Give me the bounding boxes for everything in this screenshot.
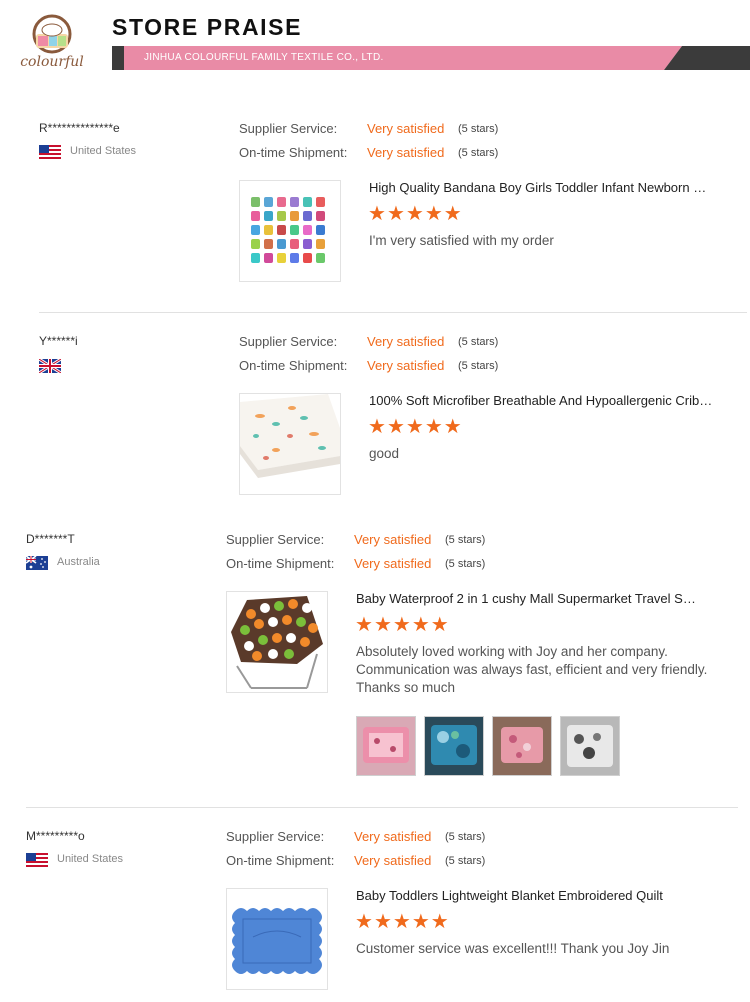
star-icon: ★ [443,416,462,438]
shipment-label: On-time Shipment: [226,556,335,571]
review-photo[interactable] [560,716,620,776]
star-icon: ★ [411,614,430,636]
review-divider [39,312,747,313]
country-name: United States [70,145,137,157]
store-logo[interactable]: colourful [12,12,92,76]
shipment-value: Very satisfied [354,556,432,571]
cart-cover-product-image-icon [227,592,327,692]
shipment-value: Very satisfied [354,853,432,868]
photo-thumbnail-icon [357,717,415,775]
page-title: STORE PRAISE [112,14,303,40]
crib-sheet-product-image-icon [240,394,340,494]
supplier-service-label: Supplier Service: [226,829,325,844]
logo-graphic-icon [32,14,72,54]
review-photo[interactable] [492,716,552,776]
supplier-service-value: Very satisfied [354,829,432,844]
bibs-product-image-icon [240,181,340,281]
product-image[interactable] [239,180,341,282]
logo-text: colourful [20,54,84,70]
supplier-service-stars: (5 stars) [445,831,486,843]
uk-flag-icon [39,359,61,373]
reviewer-name: D*******T [26,532,75,546]
supplier-service-label: Supplier Service: [239,121,338,136]
photo-thumbnail-icon [425,717,483,775]
star-icon: ★ [368,203,386,225]
star-icon: ★ [386,416,405,438]
product-title[interactable]: Baby Toddlers Lightweight Blanket Embroi… [356,888,701,903]
review-star-rating: ★★★★★ [355,614,450,636]
review-text: Absolutely loved working with Joy and he… [356,644,708,695]
star-icon: ★ [424,203,443,225]
review-star-rating: ★★★★★ [355,911,450,933]
supplier-service-label: Supplier Service: [239,334,338,349]
review-photo[interactable] [424,716,484,776]
supplier-service-value: Very satisfied [367,121,445,136]
reviewer-name: M*********o [26,829,85,843]
star-icon: ★ [373,614,392,636]
product-image[interactable] [239,393,341,495]
shipment-value: Very satisfied [367,145,445,160]
product-title[interactable]: Baby Waterproof 2 in 1 cushy Mall Superm… [356,591,701,606]
supplier-service-value: Very satisfied [367,334,445,349]
star-icon: ★ [411,911,430,933]
review-text: good [369,446,400,461]
supplier-service-value: Very satisfied [354,532,432,547]
star-icon: ★ [405,416,424,438]
shipment-stars: (5 stars) [445,558,486,570]
review-star-rating: ★★★★★ [368,203,463,225]
star-icon: ★ [405,203,424,225]
star-icon: ★ [355,614,373,636]
country-name: Australia [57,556,100,568]
review-star-rating: ★★★★★ [368,416,463,438]
shipment-stars: (5 stars) [458,360,499,372]
supplier-service-stars: (5 stars) [458,336,499,348]
star-icon: ★ [430,614,449,636]
supplier-service-stars: (5 stars) [458,123,499,135]
product-image[interactable] [226,888,328,990]
reviewer-name: Y******i [39,334,78,348]
star-icon: ★ [373,911,392,933]
star-icon: ★ [392,614,411,636]
us-flag-icon [39,145,61,159]
au-flag-icon [26,556,48,570]
star-icon: ★ [443,203,462,225]
photo-thumbnail-icon [493,717,551,775]
shipment-label: On-time Shipment: [226,853,335,868]
photo-thumbnail-icon [561,717,619,775]
star-icon: ★ [355,911,373,933]
product-title[interactable]: High Quality Bandana Boy Girls Toddler I… [369,180,714,195]
reviewer-name: R**************e [39,121,120,135]
review-divider [26,807,738,808]
star-icon: ★ [368,416,386,438]
star-icon: ★ [424,416,443,438]
store-header: colourful STORE PRAISE JINHUA COLOURFUL … [0,0,750,90]
us-flag-icon [26,853,48,867]
company-banner: JINHUA COLOURFUL FAMILY TEXTILE CO., LTD… [112,46,750,70]
product-title[interactable]: 100% Soft Microfiber Breathable And Hypo… [369,393,714,408]
star-icon: ★ [430,911,449,933]
star-icon: ★ [386,203,405,225]
shipment-label: On-time Shipment: [239,358,348,373]
shipment-label: On-time Shipment: [239,145,348,160]
shipment-stars: (5 stars) [458,147,499,159]
shipment-stars: (5 stars) [445,855,486,867]
star-icon: ★ [392,911,411,933]
product-image[interactable] [226,591,328,693]
review-photo[interactable] [356,716,416,776]
country-name: United States [57,853,124,865]
review-text: Customer service was excellent!!! Thank … [356,941,670,956]
supplier-service-stars: (5 stars) [445,534,486,546]
review-text: I'm very satisfied with my order [369,233,554,248]
blanket-product-image-icon [227,889,327,989]
supplier-service-label: Supplier Service: [226,532,325,547]
shipment-value: Very satisfied [367,358,445,373]
company-name: JINHUA COLOURFUL FAMILY TEXTILE CO., LTD… [144,52,384,63]
